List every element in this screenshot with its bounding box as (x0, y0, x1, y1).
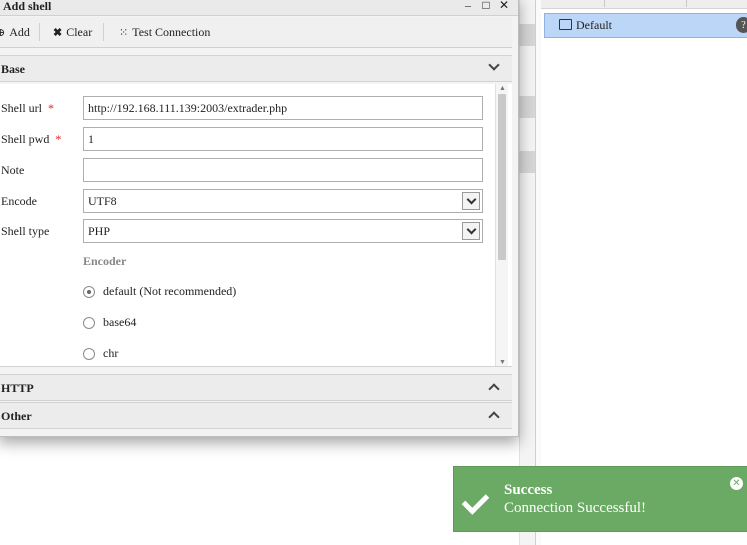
close-icon[interactable]: ✕ (730, 477, 743, 490)
list-row[interactable] (519, 96, 535, 118)
note-input[interactable] (83, 158, 483, 182)
add-icon: ⊕ (0, 27, 6, 39)
toolbar-separator (604, 0, 605, 7)
success-toast: Success Connection Successful! ✕ (453, 466, 747, 532)
section-http-header[interactable]: HTTP (0, 374, 512, 401)
close-icon[interactable]: ✕ (498, 0, 510, 11)
help-icon[interactable]: ? (736, 17, 747, 33)
checkmark-icon (461, 487, 490, 515)
section-base-header[interactable]: Base (0, 55, 512, 82)
test-connection-label: Test Connection (132, 25, 211, 39)
toolbar-separator (103, 23, 104, 41)
scroll-down-icon[interactable]: ▼ (499, 358, 506, 366)
chevron-down-icon[interactable] (462, 192, 480, 210)
dialog-title-bar[interactable]: Add shell – □ ✕ (0, 0, 518, 16)
encoder-option-base64[interactable]: base64 (83, 315, 136, 330)
shell-pwd-label: Shell pwd * (1, 132, 62, 146)
section-http-title: HTTP (1, 381, 34, 395)
shell-type-select[interactable]: PHP (83, 219, 483, 243)
encode-select[interactable]: UTF8 (83, 189, 483, 213)
encoder-option-label: chr (103, 346, 119, 360)
add-button[interactable]: ⊕ Add (0, 25, 30, 40)
encoder-option-label: default (Not recommended) (103, 284, 237, 298)
section-other-title: Other (1, 409, 32, 423)
toast-title: Success (504, 482, 553, 498)
encoder-option-chr[interactable]: chr (83, 346, 118, 361)
encoder-heading: Encoder (83, 254, 127, 268)
clear-button[interactable]: ✖ Clear (53, 25, 92, 40)
list-row[interactable] (519, 24, 535, 46)
category-toolbar (541, 0, 747, 9)
radio-button[interactable] (83, 347, 95, 360)
chevron-up-icon (488, 411, 500, 423)
chevron-down-icon[interactable] (462, 222, 480, 240)
dialog-toolbar: ⊕ Add ✖ Clear ⁙ Test Connection (0, 17, 512, 48)
base-scrollbar[interactable]: ▲ ▼ (495, 84, 508, 366)
scroll-up-icon[interactable]: ▲ (499, 84, 506, 92)
radio-button[interactable] (83, 316, 95, 329)
add-button-label: Add (9, 25, 30, 39)
section-base-title: Base (1, 62, 25, 76)
encoder-option-label: base64 (103, 315, 137, 329)
shell-type-value: PHP (88, 224, 111, 238)
clear-button-label: Clear (66, 25, 93, 39)
category-panel: Default ? (541, 0, 747, 545)
chevron-down-icon (488, 59, 500, 71)
maximize-icon[interactable]: □ (480, 0, 492, 11)
radio-button[interactable] (83, 285, 95, 298)
shell-type-label: Shell type (1, 224, 50, 238)
toolbar-separator (686, 0, 687, 7)
list-row[interactable] (519, 151, 535, 173)
shell-pwd-input[interactable]: 1 (83, 127, 483, 151)
dialog-title: Add shell (3, 0, 52, 13)
category-item-default[interactable]: Default (544, 13, 747, 38)
minimize-icon[interactable]: – (462, 0, 474, 11)
base-section-body: Shell url * http://192.168.111.139:2003/e… (0, 84, 512, 367)
toolbar-separator (39, 23, 40, 41)
clear-icon: ✖ (53, 27, 63, 39)
category-label: Default (576, 18, 612, 32)
section-other-header[interactable]: Other (0, 402, 512, 429)
chevron-up-icon (488, 383, 500, 395)
list-column-edge (519, 0, 536, 545)
shell-url-label: Shell url * (1, 101, 54, 115)
encode-label: Encode (1, 194, 37, 208)
encode-value: UTF8 (88, 194, 117, 208)
folder-icon (559, 19, 572, 30)
shell-url-input[interactable]: http://192.168.111.139:2003/extrader.php (83, 96, 483, 120)
spinner-icon: ⁙ (119, 27, 129, 39)
toast-message: Connection Successful! (504, 500, 647, 516)
add-shell-dialog: Add shell – □ ✕ ⊕ Add ✖ Clear ⁙ Test Con… (0, 0, 519, 437)
scrollbar-thumb[interactable] (498, 94, 506, 260)
encoder-option-default[interactable]: default (Not recommended) (83, 284, 236, 299)
test-connection-button[interactable]: ⁙ Test Connection (119, 25, 210, 40)
note-label: Note (1, 163, 25, 177)
